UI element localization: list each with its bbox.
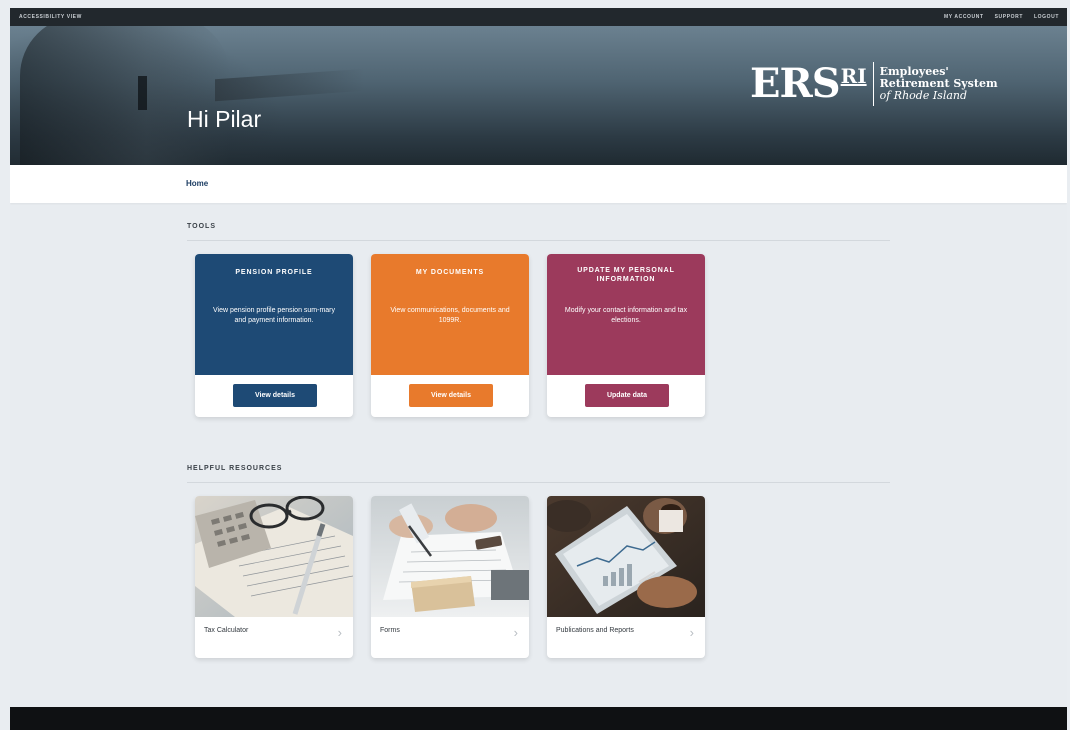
tax-calculator-image xyxy=(195,496,353,617)
logo-wordmark: Employees' Retirement System of Rhode Is… xyxy=(880,66,998,102)
my-account-link[interactable]: MY ACCOUNT xyxy=(944,14,984,20)
chevron-right-icon: › xyxy=(513,625,518,640)
hero-banner: Hi Pilar ERS RI Employees' Retirement Sy… xyxy=(10,26,1067,165)
app-frame: ACCESSIBILITY VIEW MY ACCOUNT SUPPORT LO… xyxy=(10,8,1067,730)
logo-line-3: of Rhode Island xyxy=(879,89,968,102)
update-info-card: UPDATE MY PERSONAL INFORMATION Modify yo… xyxy=(547,254,705,417)
forms-illustration xyxy=(371,496,529,617)
pension-profile-title: PENSION PROFILE xyxy=(235,269,313,276)
pension-profile-header: PENSION PROFILE View pension profile pen… xyxy=(195,254,353,375)
logout-link[interactable]: LOGOUT xyxy=(1034,14,1059,20)
hero-ledge-image xyxy=(215,68,365,102)
publications-card[interactable]: Publications and Reports › xyxy=(547,496,705,658)
utility-bar: ACCESSIBILITY VIEW MY ACCOUNT SUPPORT LO… xyxy=(10,8,1067,26)
my-documents-header: MY DOCUMENTS View communications, docume… xyxy=(371,254,529,375)
tools-section-title: TOOLS xyxy=(187,223,216,230)
publications-label: Publications and Reports xyxy=(556,627,634,634)
hero-tower-image xyxy=(20,26,230,165)
tools-divider xyxy=(187,240,890,241)
pension-profile-view-details-button[interactable]: View details xyxy=(233,384,317,407)
forms-card[interactable]: Forms › xyxy=(371,496,529,658)
greeting-heading: Hi Pilar xyxy=(187,106,262,132)
tax-calculator-illustration xyxy=(195,496,353,617)
logo-separator xyxy=(872,62,874,106)
pension-profile-description: View pension profile pension sum-mary an… xyxy=(212,307,336,324)
update-info-header: UPDATE MY PERSONAL INFORMATION Modify yo… xyxy=(547,254,705,375)
account-links: MY ACCOUNT SUPPORT LOGOUT xyxy=(944,14,1059,20)
ers-logo[interactable]: ERS RI Employees' Retirement System of R… xyxy=(750,62,998,106)
my-documents-description: View communications, documents and 1099R… xyxy=(390,307,510,324)
chevron-right-icon: › xyxy=(337,625,342,640)
publications-illustration xyxy=(547,496,705,617)
publications-image xyxy=(547,496,705,617)
logo-ri: RI xyxy=(840,64,867,88)
pension-profile-card: PENSION PROFILE View pension profile pen… xyxy=(195,254,353,417)
update-info-description: Modify your contact information and tax … xyxy=(564,307,688,324)
tax-calculator-label: Tax Calculator xyxy=(204,627,249,634)
update-data-button[interactable]: Update data xyxy=(585,384,669,407)
my-documents-title: MY DOCUMENTS xyxy=(415,269,485,276)
chevron-right-icon: › xyxy=(689,625,694,640)
nav-home-link[interactable]: Home xyxy=(186,179,208,188)
forms-image xyxy=(371,496,529,617)
support-link[interactable]: SUPPORT xyxy=(995,14,1023,20)
accessibility-view-link[interactable]: ACCESSIBILITY VIEW xyxy=(19,14,82,20)
update-info-title: UPDATE MY PERSONAL INFORMATION xyxy=(577,267,675,283)
forms-label: Forms xyxy=(380,627,400,634)
page-footer xyxy=(10,707,1067,730)
tax-calculator-card[interactable]: Tax Calculator › xyxy=(195,496,353,658)
resources-section-title: HELPFUL RESOURCES xyxy=(187,465,283,472)
resources-divider xyxy=(187,482,890,483)
my-documents-view-details-button[interactable]: View details xyxy=(409,384,493,407)
my-documents-card: MY DOCUMENTS View communications, docume… xyxy=(371,254,529,417)
logo-mark: ERS xyxy=(750,60,841,107)
main-nav: Home xyxy=(10,165,1067,203)
